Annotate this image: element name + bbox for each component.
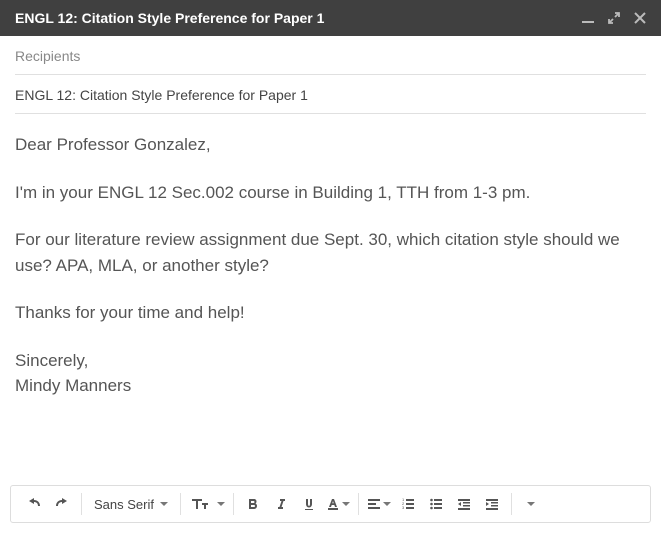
redo-button[interactable] [51,492,73,516]
header-fields: Recipients ENGL 12: Citation Style Prefe… [0,36,661,114]
underline-button[interactable] [298,492,320,516]
body-paragraph: Dear Professor Gonzalez, [15,132,646,158]
formatting-toolbar: Sans Serif [10,485,651,523]
svg-text:3: 3 [402,505,405,510]
chevron-down-icon [527,502,535,506]
font-family-select[interactable]: Sans Serif [90,497,172,512]
title-bar-actions [582,12,646,24]
title-bar: ENGL 12: Citation Style Preference for P… [0,0,661,36]
window-title: ENGL 12: Citation Style Preference for P… [15,10,324,26]
body-paragraph: For our literature review assignment due… [15,227,646,278]
compose-window: ENGL 12: Citation Style Preference for P… [0,0,661,535]
indent-more-button[interactable] [481,492,503,516]
indent-less-button[interactable] [453,492,475,516]
font-family-label: Sans Serif [94,497,154,512]
body-paragraph: I'm in your ENGL 12 Sec.002 course in Bu… [15,180,646,206]
italic-button[interactable] [270,492,292,516]
toolbar-separator [511,493,512,515]
minimize-icon[interactable] [582,12,594,24]
chevron-down-icon[interactable] [217,502,225,506]
formatting-toolbar-container: Sans Serif [0,485,661,535]
subject-field[interactable]: ENGL 12: Citation Style Preference for P… [15,75,646,114]
bold-button[interactable] [242,492,264,516]
bulleted-list-button[interactable] [425,492,447,516]
body-paragraph: Sincerely, [15,348,646,374]
body-paragraph: Thanks for your time and help! [15,300,646,326]
numbered-list-button[interactable]: 123 [397,492,419,516]
more-formatting-button[interactable] [520,492,542,516]
chevron-down-icon [383,502,391,506]
align-button[interactable] [367,492,391,516]
toolbar-separator [81,493,82,515]
font-size-button[interactable] [189,492,211,516]
chevron-down-icon [342,502,350,506]
text-color-button[interactable] [326,492,350,516]
expand-icon[interactable] [608,12,620,24]
chevron-down-icon [160,502,168,506]
undo-button[interactable] [23,492,45,516]
toolbar-separator [358,493,359,515]
toolbar-separator [180,493,181,515]
email-body[interactable]: Dear Professor Gonzalez, I'm in your ENG… [0,114,661,485]
body-paragraph: Mindy Manners [15,373,646,399]
recipients-field[interactable]: Recipients [15,36,646,75]
close-icon[interactable] [634,12,646,24]
toolbar-separator [233,493,234,515]
